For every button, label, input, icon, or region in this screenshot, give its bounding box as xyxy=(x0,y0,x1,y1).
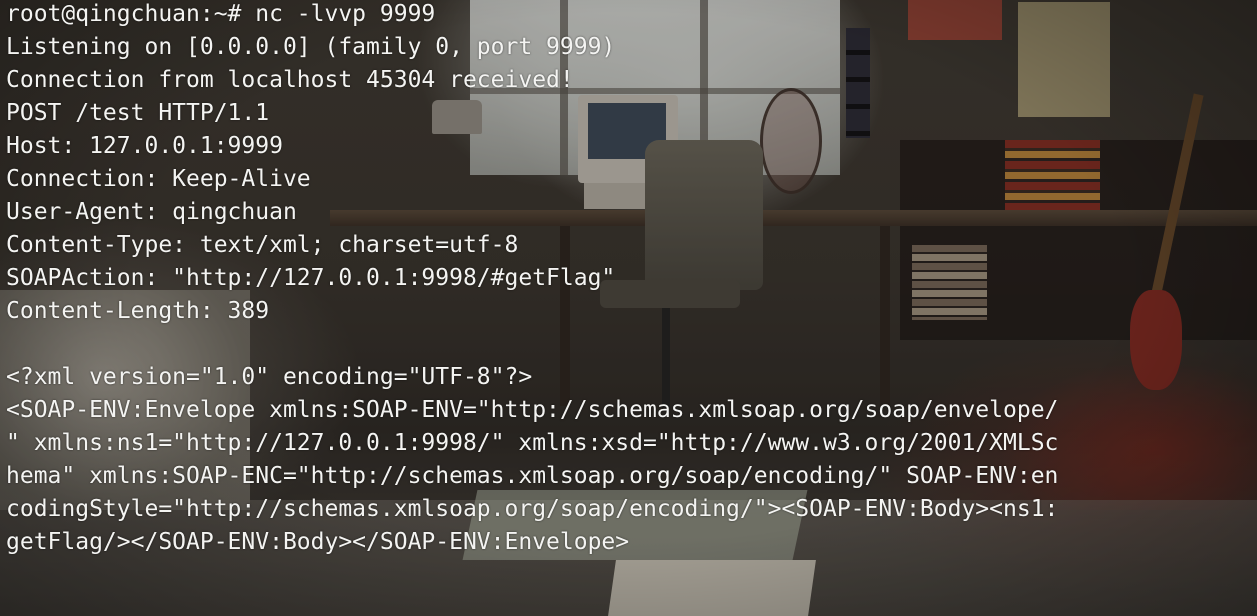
terminal-line: Content-Type: text/xml; charset=utf-8 xyxy=(6,232,519,258)
terminal-line: SOAPAction: "http://127.0.0.1:9998/#getF… xyxy=(6,265,616,291)
terminal-output[interactable]: root@qingchuan:~# nc -lvvp 9999 Listening… xyxy=(6,0,1251,559)
terminal-line: Connection from localhost 45304 received… xyxy=(6,67,574,93)
wallpaper-open-book xyxy=(608,560,816,616)
terminal-line: POST /test HTTP/1.1 xyxy=(6,100,270,126)
terminal-line: " xmlns:ns1="http://127.0.0.1:9998/" xml… xyxy=(6,430,1059,456)
terminal-line: <?xml version="1.0" encoding="UTF-8"?> xyxy=(6,364,533,390)
terminal-window[interactable]: root@qingchuan:~# nc -lvvp 9999 Listening… xyxy=(0,0,1257,616)
terminal-line-prompt: root@qingchuan:~# nc -lvvp 9999 xyxy=(6,1,436,27)
terminal-line: codingStyle="http://schemas.xmlsoap.org/… xyxy=(6,496,1059,522)
terminal-line: Connection: Keep-Alive xyxy=(6,166,311,192)
terminal-line: Content-Length: 389 xyxy=(6,298,270,324)
terminal-line: User-Agent: qingchuan xyxy=(6,199,297,225)
terminal-line: Listening on [0.0.0.0] (family 0, port 9… xyxy=(6,34,616,60)
terminal-line: getFlag/></SOAP-ENV:Body></SOAP-ENV:Enve… xyxy=(6,529,630,555)
terminal-line: Host: 127.0.0.1:9999 xyxy=(6,133,283,159)
terminal-line: <SOAP-ENV:Envelope xmlns:SOAP-ENV="http:… xyxy=(6,397,1059,423)
terminal-line: hema" xmlns:SOAP-ENC="http://schemas.xml… xyxy=(6,463,1059,489)
